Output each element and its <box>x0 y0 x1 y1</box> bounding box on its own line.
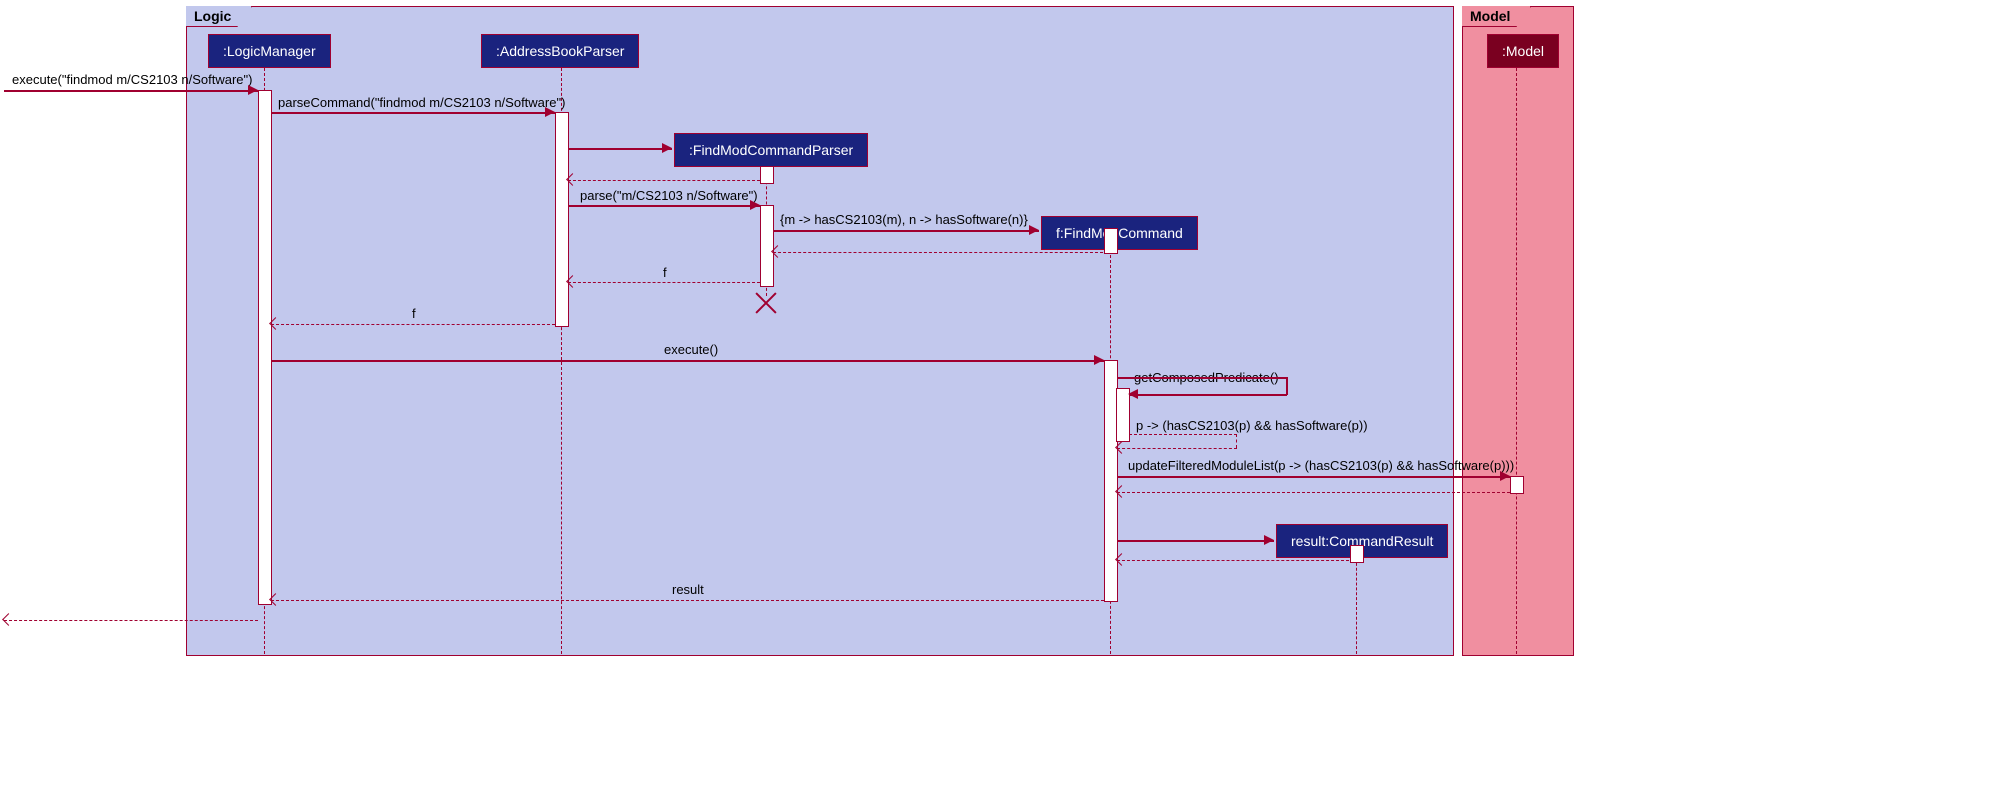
arrow-predicates <box>1029 225 1039 235</box>
participant-find-mod-command: f:FindModCommand <box>1041 216 1198 250</box>
msg-f2: f <box>412 306 416 321</box>
participant-address-book-parser: :AddressBookParser <box>481 34 639 68</box>
activation-command-result <box>1350 545 1364 563</box>
model-frame: Model <box>1462 6 1574 656</box>
lifeline-model <box>1516 68 1517 654</box>
msg-updatefiltered: updateFilteredModuleList(p -> (hasCS2103… <box>1128 458 1514 473</box>
line-getcomposed-h1 <box>1117 377 1287 379</box>
arrow-updatefiltered <box>1500 471 1510 481</box>
line-execute1 <box>4 90 258 92</box>
lifeline-command-result <box>1356 558 1357 654</box>
line-predicates-return <box>773 252 1103 253</box>
line-final-return <box>4 620 258 621</box>
activation-model <box>1510 476 1524 494</box>
arrow-execute2 <box>1094 355 1104 365</box>
arrow-getcomposed <box>1128 389 1138 399</box>
line-updatefiltered <box>1117 476 1510 478</box>
line-create-result <box>1117 540 1274 542</box>
line-create-result-return <box>1117 560 1349 561</box>
activation-find-mod-command-parser-2 <box>760 205 774 287</box>
msg-predicates: {m -> hasCS2103(m), n -> hasSoftware(n)} <box>780 212 1028 227</box>
line-f1 <box>568 282 760 283</box>
line-parsecommand <box>271 112 555 114</box>
activation-find-mod-command-parser-1 <box>760 166 774 184</box>
arrow-create-result <box>1264 535 1274 545</box>
msg-composedresult: p -> (hasCS2103(p) && hasSoftware(p)) <box>1136 418 1368 433</box>
activation-logic-manager <box>258 90 272 605</box>
logic-frame-label: Logic <box>186 6 252 27</box>
line-getcomposed-v <box>1286 377 1288 395</box>
msg-parsecommand: parseCommand("findmod m/CS2103 n/Softwar… <box>278 95 565 110</box>
line-composed-h2 <box>1117 448 1237 449</box>
msg-execute1: execute("findmod m/CS2103 n/Software") <box>12 72 252 87</box>
line-create-parser-return <box>568 180 760 181</box>
arrow-execute1 <box>248 85 258 95</box>
participant-logic-manager: :LogicManager <box>208 34 331 68</box>
arrow-parse <box>750 200 760 210</box>
msg-result: result <box>672 582 704 597</box>
activation-find-mod-command-1 <box>1104 228 1118 254</box>
arrow-create-parser <box>662 143 672 153</box>
msg-parse: parse("m/CS2103 n/Software") <box>580 188 758 203</box>
line-execute2 <box>271 360 1104 362</box>
arrow-parsecommand <box>545 107 555 117</box>
arrow-final-return <box>2 613 15 626</box>
participant-find-mod-command-parser: :FindModCommandParser <box>674 133 868 167</box>
participant-model: :Model <box>1487 34 1559 68</box>
activation-address-book-parser <box>555 112 569 327</box>
line-f2 <box>271 324 555 325</box>
line-getcomposed-h2 <box>1129 394 1287 396</box>
destroy-parser-icon <box>754 290 778 314</box>
line-updatefiltered-return <box>1117 492 1510 493</box>
model-frame-label: Model <box>1462 6 1531 27</box>
msg-f1: f <box>663 265 667 280</box>
line-parse <box>568 205 760 207</box>
line-result <box>271 600 1104 601</box>
line-composed-v <box>1236 434 1237 448</box>
line-predicates <box>773 230 1039 232</box>
line-create-parser <box>568 148 672 150</box>
msg-execute2: execute() <box>664 342 718 357</box>
line-composed-h1 <box>1129 434 1237 435</box>
